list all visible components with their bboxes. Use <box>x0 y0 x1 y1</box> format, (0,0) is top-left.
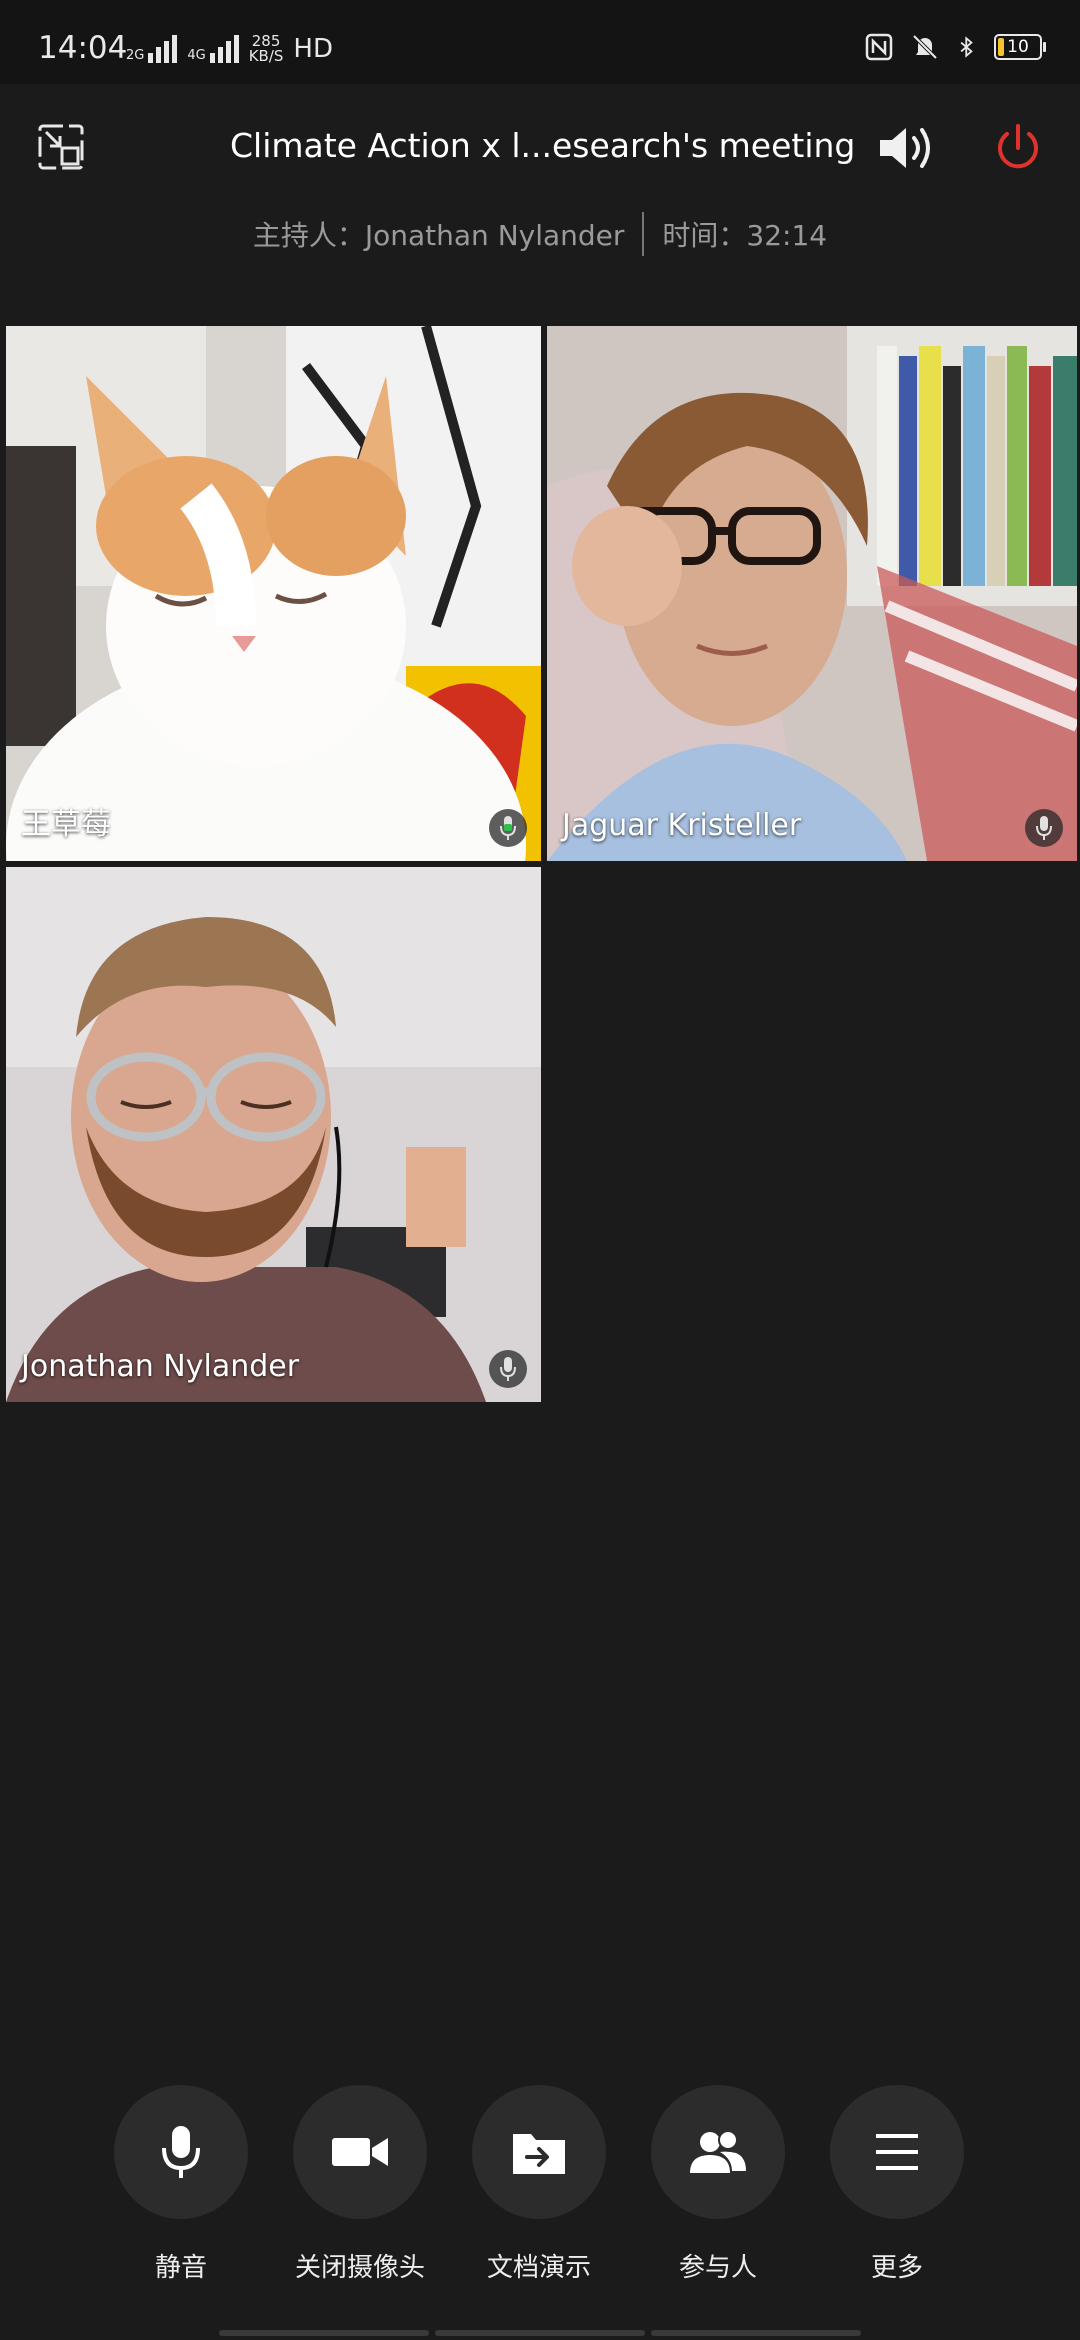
more-button[interactable]: 更多 <box>807 2085 987 2284</box>
network-indicators: 2G 4G 285 KB/S HD <box>126 34 333 65</box>
meeting-title: Climate Action x l...esearch's meeting <box>230 126 856 165</box>
battery-icon: 10 <box>994 34 1046 60</box>
participants-icon <box>690 2130 746 2173</box>
sim1-tag: 2G <box>126 48 145 63</box>
hd-voice-label: HD <box>293 34 333 64</box>
participant-tile[interactable]: Jaguar Kristeller <box>547 326 1077 861</box>
minimize-window-icon[interactable] <box>36 122 86 172</box>
camera-off-label: 关闭摄像头 <box>294 2253 425 2283</box>
sim2-signal: 4G <box>187 35 239 63</box>
status-time: 14:04 <box>38 30 128 66</box>
meeting-controls: 静音 关闭摄像头 文档演示 参与人 更多 <box>0 2085 1080 2285</box>
participant-name: Jaguar Kristeller <box>562 808 802 843</box>
more-label: 更多 <box>870 2253 923 2283</box>
sim2-tag: 4G <box>187 48 206 63</box>
meeting-header: Climate Action x l...esearch's meeting 主… <box>0 84 1080 304</box>
participant-name: Jonathan Nylander <box>21 1349 300 1384</box>
meeting-meta: 主持人：Jonathan Nylander 时间：32:14 <box>0 212 1080 256</box>
mic-status-icon <box>1025 809 1063 847</box>
vibrate-off-icon <box>912 34 938 60</box>
share-folder-icon <box>513 2134 565 2174</box>
participants-button[interactable]: 参与人 <box>628 2085 808 2284</box>
net-unit: KB/S <box>248 47 284 65</box>
signal-bars-icon <box>209 35 239 63</box>
meeting-duration: 时间：32:14 <box>662 219 828 252</box>
share-document-label: 文档演示 <box>486 2253 591 2283</box>
participant-video-image <box>6 326 541 861</box>
battery-level: 10 <box>1007 37 1029 57</box>
participant-tile[interactable]: Jonathan Nylander <box>6 867 541 1402</box>
host-label: 主持人：Jonathan Nylander <box>252 219 625 252</box>
participant-tile[interactable]: 王草莓 <box>6 326 541 861</box>
mic-status-icon <box>489 1350 527 1388</box>
status-bar: 14:04 2G 4G 285 KB/S HD 10 <box>0 0 1080 84</box>
menu-icon <box>876 2134 918 2170</box>
status-right-icons: 10 <box>864 32 1046 62</box>
sim1-signal: 2G <box>126 35 178 63</box>
speaker-icon[interactable] <box>876 120 938 176</box>
video-camera-icon <box>332 2138 388 2166</box>
net-speed: 285 KB/S <box>249 34 284 64</box>
leave-meeting-power-icon[interactable] <box>990 120 1046 176</box>
participant-video-image <box>6 867 541 1402</box>
mute-button[interactable]: 静音 <box>91 2085 271 2284</box>
participants-label: 参与人 <box>678 2253 757 2283</box>
mic-status-icon <box>489 809 527 847</box>
share-document-button[interactable]: 文档演示 <box>449 2085 629 2284</box>
mute-label: 静音 <box>154 2253 207 2283</box>
bluetooth-icon <box>960 36 973 58</box>
meta-divider <box>642 212 645 256</box>
microphone-icon <box>162 2126 200 2178</box>
gesture-navigation-bar[interactable] <box>0 2320 1080 2340</box>
nfc-icon <box>865 33 893 61</box>
signal-bars-icon <box>148 35 178 63</box>
camera-off-button[interactable]: 关闭摄像头 <box>270 2085 450 2284</box>
participant-video-image <box>547 326 1077 861</box>
participant-name: 王草莓 <box>21 807 111 842</box>
